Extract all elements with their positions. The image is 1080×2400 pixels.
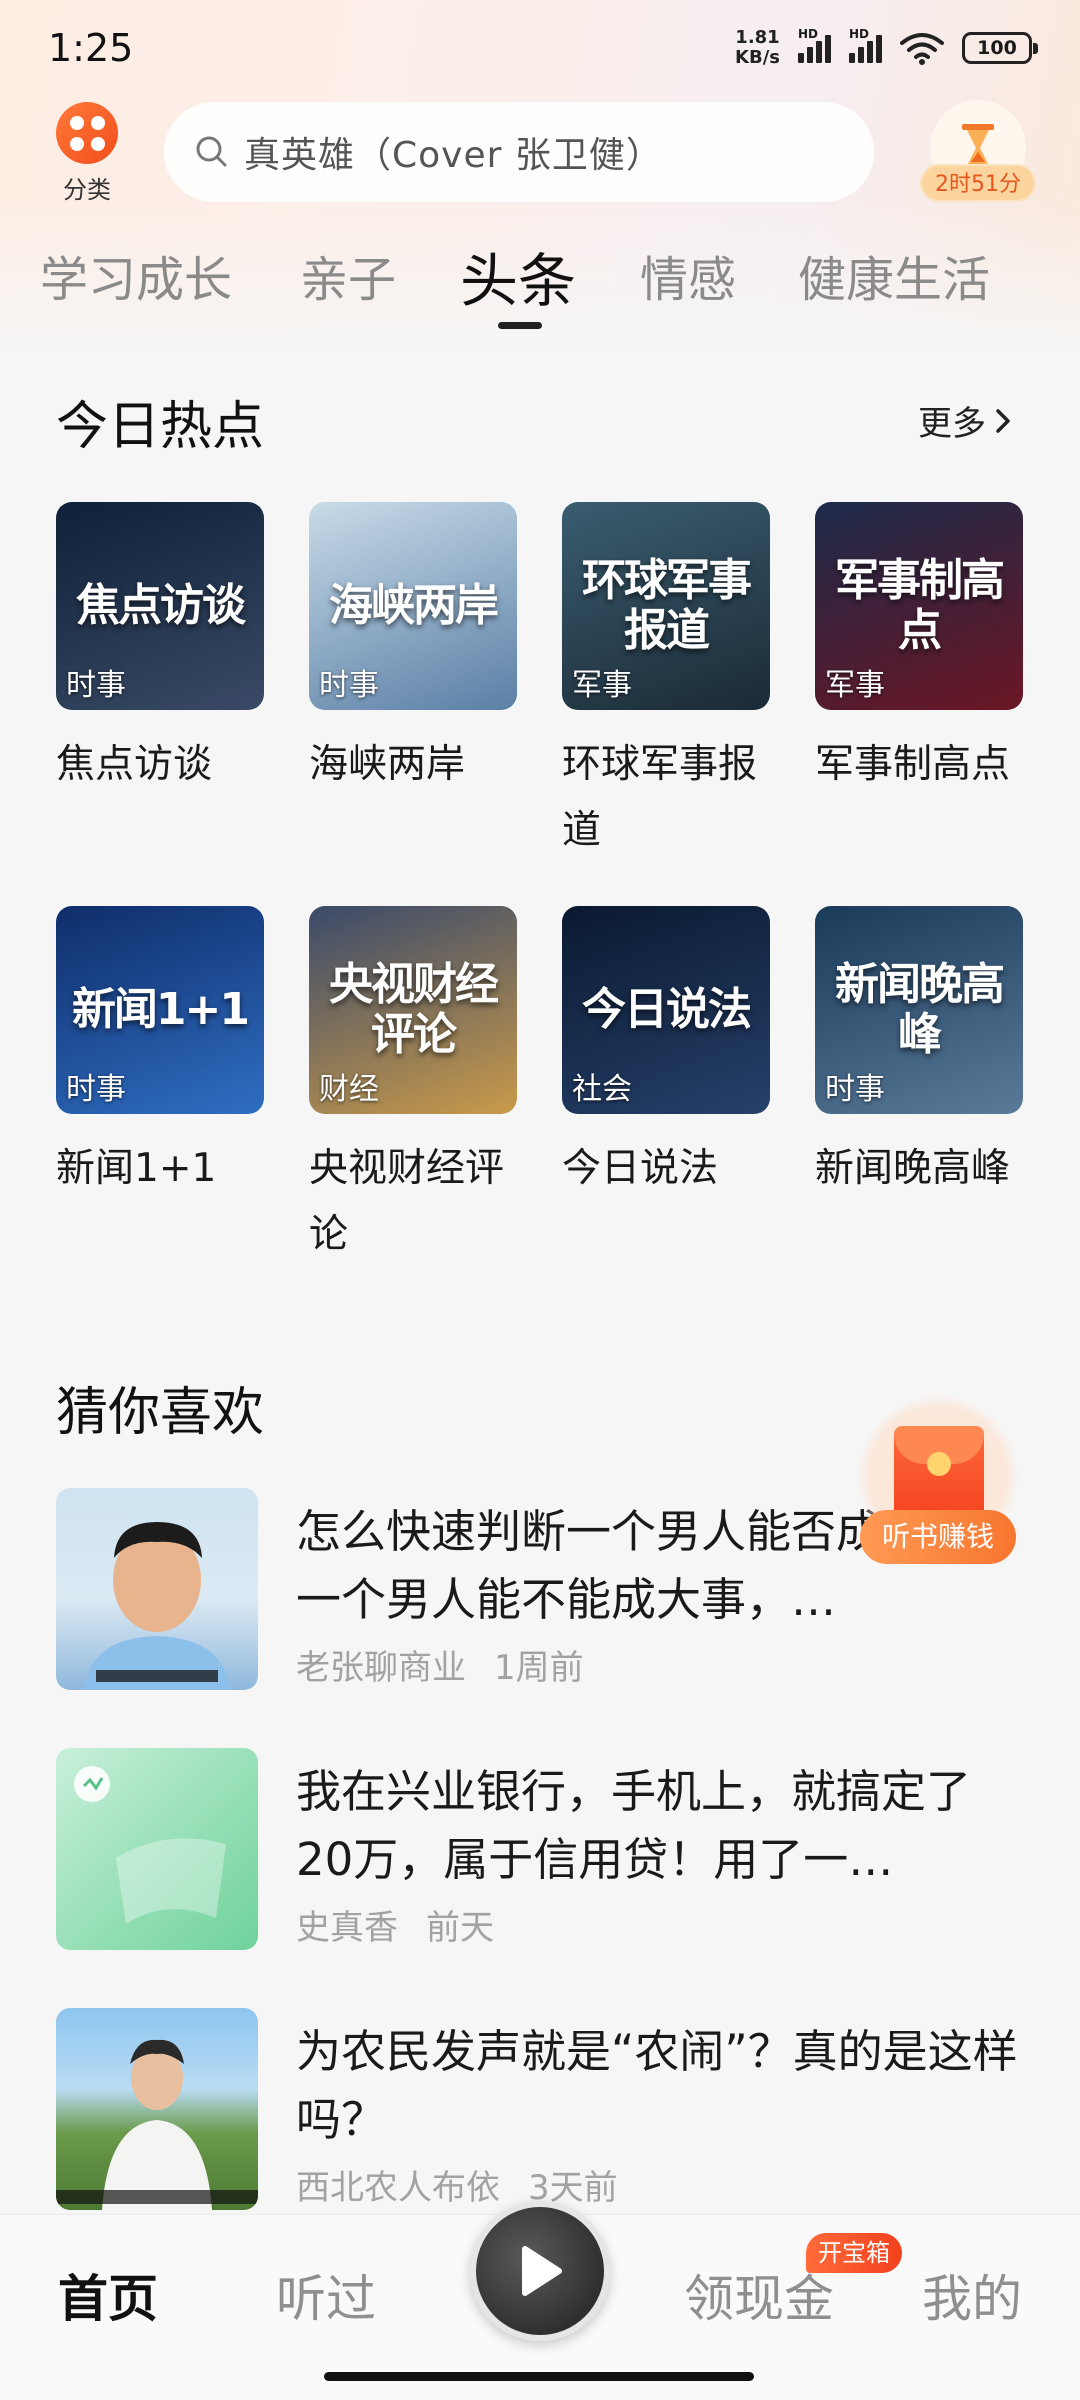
signal-icon: HD bbox=[849, 27, 882, 63]
feed-item-meta: 西北农人布依 3天前 bbox=[296, 2160, 618, 2209]
timer-remaining: 2时51分 bbox=[920, 164, 1036, 202]
hot-item-cover-title: 新闻1+1 bbox=[71, 984, 250, 1035]
feed-thumbnail bbox=[56, 1748, 258, 1950]
hot-item-tag: 军事 bbox=[825, 668, 885, 703]
treasure-badge: 开宝箱 bbox=[806, 2233, 902, 2273]
feed-item-meta: 史真香 前天 bbox=[296, 1900, 494, 1949]
player-button[interactable] bbox=[470, 2201, 610, 2341]
play-icon bbox=[522, 2246, 562, 2296]
hot-item-cover-title: 新闻晚高峰 bbox=[835, 959, 1005, 1060]
tab-learning[interactable]: 学习成长 bbox=[40, 240, 232, 310]
hot-item[interactable]: 海峡两岸 时事 海峡两岸 bbox=[309, 502, 517, 798]
feed-item-meta: 老张聊商业 1周前 bbox=[296, 1640, 584, 1689]
category-label: 分类 bbox=[63, 176, 111, 204]
feed-item-author: 西北农人布依 bbox=[296, 2168, 500, 2208]
status-time: 1:25 bbox=[48, 26, 134, 70]
hot-item-cover: 新闻1+1 时事 bbox=[56, 906, 264, 1114]
hot-item-cover: 今日说法社会 bbox=[562, 906, 770, 1114]
hot-item[interactable]: 军事制高点 军事 军事制高点 bbox=[815, 502, 1023, 798]
nav-mine[interactable]: 我的 bbox=[922, 2259, 1022, 2331]
feed-item-time: 1周前 bbox=[494, 1648, 584, 1688]
hot-item[interactable]: 新闻1+1 时事 新闻1+1 bbox=[56, 906, 264, 1202]
network-speed: 1.81 KB/s bbox=[735, 28, 780, 68]
feed-item[interactable]: 我在兴业银行，手机上，就搞定了20万，属于信用贷！用了一… 史真香 前天 bbox=[56, 1748, 1024, 1954]
hot-item-cover-title: 海峡两岸 bbox=[329, 580, 499, 631]
network-speed-unit: KB/s bbox=[735, 47, 780, 68]
hot-item-cover: 新闻晚高峰时事 bbox=[815, 906, 1023, 1114]
battery-icon: 100 bbox=[962, 32, 1038, 64]
feed-item-title: 我在兴业银行，手机上，就搞定了20万，属于信用贷！用了一… bbox=[296, 1765, 972, 1886]
hot-item-cover-title: 焦点访谈 bbox=[76, 580, 246, 631]
hot-item-tag: 时事 bbox=[319, 668, 379, 703]
more-button[interactable]: 更多 bbox=[918, 396, 1012, 445]
hot-item-tag: 时事 bbox=[66, 1072, 126, 1107]
tab-headlines[interactable]: 头条 bbox=[460, 234, 576, 318]
wifi-icon bbox=[900, 33, 944, 65]
hot-item-tag: 时事 bbox=[825, 1072, 885, 1107]
feed-thumbnail bbox=[56, 2008, 258, 2210]
hot-item[interactable]: 新闻晚高峰 时事 新闻晚高峰 bbox=[815, 906, 1023, 1202]
feed-item-title: 为农民发声就是“农闹”？真的是这样吗？ bbox=[296, 2025, 1018, 2146]
hot-item-tag: 财经 bbox=[319, 1072, 379, 1107]
listen-earn-label: 听书赚钱 bbox=[860, 1510, 1016, 1564]
category-tabs: 学习成长 亲子 头条 情感 健康生活 bbox=[0, 240, 1080, 330]
hd-label: HD bbox=[798, 27, 819, 41]
sleep-timer-button[interactable]: 2时51分 bbox=[920, 100, 1036, 204]
hd-label: HD bbox=[849, 27, 870, 41]
hot-item-name: 新闻晚高峰 bbox=[815, 1146, 1011, 1191]
category-button[interactable]: 分类 bbox=[52, 102, 122, 205]
feed-item[interactable]: 为农民发声就是“农闹”？真的是这样吗？ 西北农人布依 3天前 bbox=[56, 2008, 1024, 2214]
category-icon bbox=[56, 102, 118, 164]
hot-item-name: 军事制高点 bbox=[815, 742, 1011, 787]
hot-item[interactable]: 今日说法 社会 今日说法 bbox=[562, 906, 770, 1202]
hot-item-cover: 央视财经评论财经 bbox=[309, 906, 517, 1114]
listen-earn-button[interactable]: 听书赚钱 bbox=[858, 1396, 1018, 1572]
hot-item-cover-title: 今日说法 bbox=[582, 984, 752, 1035]
hot-item-cover: 焦点访谈时事 bbox=[56, 502, 264, 710]
search-input[interactable]: 真英雄（Cover 张卫健） bbox=[164, 102, 874, 202]
hot-item-name: 新闻1+1 bbox=[56, 1146, 217, 1191]
hot-item-cover-title: 央视财经评论 bbox=[329, 959, 499, 1060]
hot-today-title: 今日热点 bbox=[56, 397, 265, 457]
hot-item-tag: 社会 bbox=[572, 1072, 632, 1107]
battery-level: 100 bbox=[977, 37, 1017, 59]
search-icon bbox=[196, 136, 227, 167]
feed-thumbnail bbox=[56, 1488, 258, 1690]
network-speed-value: 1.81 bbox=[735, 27, 780, 48]
nav-history[interactable]: 听过 bbox=[276, 2259, 376, 2331]
tab-health[interactable]: 健康生活 bbox=[798, 240, 990, 310]
feed-item-author: 老张聊商业 bbox=[296, 1648, 466, 1688]
hot-item-name: 焦点访谈 bbox=[56, 742, 213, 787]
signal-icon: HD bbox=[798, 27, 831, 63]
home-indicator bbox=[324, 2372, 754, 2381]
hot-item-cover: 海峡两岸时事 bbox=[309, 502, 517, 710]
hot-item[interactable]: 焦点访谈 时事 焦点访谈 bbox=[56, 502, 264, 798]
hot-item-tag: 军事 bbox=[572, 668, 632, 703]
search-placeholder: 真英雄（Cover 张卫健） bbox=[244, 135, 663, 176]
chevron-right-icon bbox=[996, 408, 1010, 433]
hot-item-cover-title: 军事制高点 bbox=[835, 555, 1005, 656]
tab-emotion[interactable]: 情感 bbox=[640, 240, 736, 310]
guess-you-like-title: 猜你喜欢 bbox=[56, 1383, 265, 1443]
hot-item-cover-title: 环球军事报道 bbox=[582, 555, 752, 656]
hot-item-name: 环球军事报道 bbox=[562, 742, 758, 853]
hot-item[interactable]: 央视财经评论 财经 央视财经评论 bbox=[309, 906, 517, 1268]
tab-parenting[interactable]: 亲子 bbox=[300, 240, 396, 310]
more-label: 更多 bbox=[918, 404, 986, 444]
nav-home[interactable]: 首页 bbox=[58, 2259, 158, 2331]
tab-active-indicator bbox=[498, 322, 542, 329]
feed-item-time: 前天 bbox=[426, 1908, 494, 1948]
hot-item-cover: 环球军事报道军事 bbox=[562, 502, 770, 710]
hot-item-name: 央视财经评论 bbox=[309, 1146, 505, 1257]
hot-item-tag: 时事 bbox=[66, 668, 126, 703]
hot-item-cover: 军事制高点军事 bbox=[815, 502, 1023, 710]
status-bar: 1:25 1.81 KB/s HD HD 100 bbox=[0, 0, 1080, 96]
hot-item-name: 今日说法 bbox=[562, 1146, 719, 1191]
hot-item[interactable]: 环球军事报道 军事 环球军事报道 bbox=[562, 502, 770, 864]
feed-item-author: 史真香 bbox=[296, 1908, 398, 1948]
hot-item-name: 海峡两岸 bbox=[309, 742, 466, 787]
